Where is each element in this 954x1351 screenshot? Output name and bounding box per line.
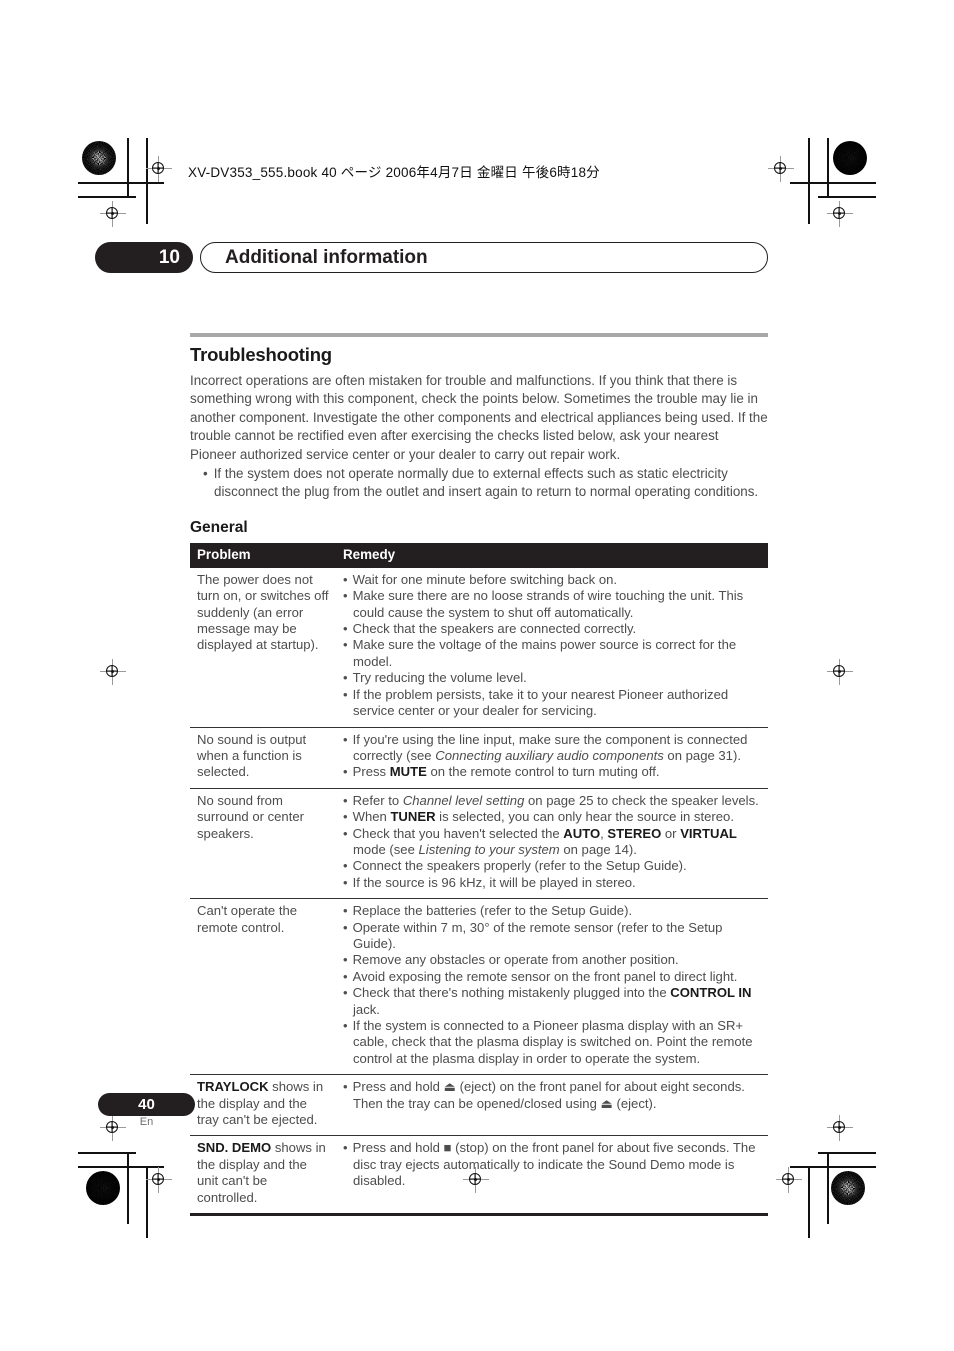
- table-cell-remedy: Press and hold ⏏ (eject) on the front pa…: [336, 1074, 768, 1136]
- registration-target-left-upper: [100, 201, 126, 227]
- table-cell-remedy: If you're using the line input, make sur…: [336, 726, 768, 789]
- remedy-item: Make sure there are no loose strands of …: [343, 588, 762, 621]
- table-cell-remedy: Press and hold ■ (stop) on the front pan…: [336, 1135, 768, 1217]
- remedy-item: If you're using the line input, make sur…: [343, 732, 762, 765]
- table-cell-problem: The power does not turn on, or switches …: [190, 568, 336, 727]
- crop-mark-top-left-h: [78, 182, 164, 184]
- registration-target-top-left: [146, 156, 172, 182]
- remedy-item: Press and hold ⏏ (eject) on the front pa…: [343, 1079, 762, 1112]
- registration-target-left-middle: [100, 659, 126, 685]
- problem-text: The power does not turn on, or switches …: [197, 571, 329, 653]
- remedy-item: Replace the batteries (refer to the Setu…: [343, 903, 762, 919]
- registration-rosette-top-left: [82, 141, 116, 175]
- remedy-item: If the source is 96 kHz, it will be play…: [343, 875, 762, 891]
- section-title: Troubleshooting: [190, 344, 332, 365]
- registration-target-right-lower: [827, 1115, 853, 1141]
- table-row: SND. DEMO shows in the display and the u…: [190, 1135, 768, 1217]
- crop-mark-bottom-right-v: [808, 1166, 810, 1238]
- remedy-list: Press and hold ■ (stop) on the front pan…: [343, 1140, 762, 1189]
- subsection-title-general: General: [190, 518, 248, 536]
- table-cell-problem: Can't operate the remote control.: [190, 898, 336, 1075]
- table-row: The power does not turn on, or switches …: [190, 568, 768, 727]
- section-rule: [190, 333, 768, 337]
- table-cell-problem: No sound from surround or center speaker…: [190, 787, 336, 899]
- remedy-item: Press and hold ■ (stop) on the front pan…: [343, 1140, 762, 1189]
- table-cell-problem: TRAYLOCK shows in the display and the tr…: [190, 1074, 336, 1136]
- crop-mark-bottom-right-v2: [827, 1152, 829, 1224]
- crop-mark-top-right-h: [790, 182, 876, 184]
- remedy-item: Make sure the voltage of the mains power…: [343, 637, 762, 670]
- section-intro-paragraph: Incorrect operations are often mistaken …: [190, 373, 768, 462]
- table-cell-remedy: Replace the batteries (refer to the Setu…: [336, 898, 768, 1075]
- remedy-item: Operate within 7 m, 30° of the remote se…: [343, 920, 762, 953]
- table-row: No sound is output when a function is se…: [190, 726, 768, 789]
- table-cell-problem: No sound is output when a function is se…: [190, 726, 336, 789]
- remedy-item: When TUNER is selected, you can only hea…: [343, 809, 762, 825]
- remedy-item: Press MUTE on the remote control to turn…: [343, 764, 762, 780]
- remedy-item: Try reducing the volume level.: [343, 670, 762, 686]
- table-cell-remedy: Refer to Channel level setting on page 2…: [336, 787, 768, 899]
- remedy-item: Connect the speakers properly (refer to …: [343, 858, 762, 874]
- remedy-item: Wait for one minute before switching bac…: [343, 572, 762, 588]
- remedy-list: Refer to Channel level setting on page 2…: [343, 793, 762, 891]
- registration-rosette-top-right: [833, 141, 867, 175]
- problem-text: No sound is output when a function is se…: [197, 731, 307, 780]
- registration-target-top-right: [768, 156, 794, 182]
- table-row: Can't operate the remote control. Replac…: [190, 898, 768, 1075]
- remedy-list: Wait for one minute before switching bac…: [343, 572, 762, 720]
- remedy-item: Refer to Channel level setting on page 2…: [343, 793, 762, 809]
- table-header-problem: Problem: [190, 542, 336, 568]
- remedy-item: Check that there's nothing mistakenly pl…: [343, 985, 762, 1018]
- remedy-item: Avoid exposing the remote sensor on the …: [343, 969, 762, 985]
- problem-text: SND. DEMO shows in the display and the u…: [197, 1140, 326, 1205]
- page-number-badge: 40: [98, 1093, 195, 1116]
- chapter-banner: 10 Additional information: [95, 242, 775, 273]
- chapter-title: Additional information: [200, 242, 768, 273]
- remedy-item: If the problem persists, take it to your…: [343, 687, 762, 720]
- problem-text: No sound from surround or center speaker…: [197, 792, 304, 841]
- remedy-item: Check that you haven't selected the AUTO…: [343, 826, 762, 859]
- table-cell-problem: SND. DEMO shows in the display and the u…: [190, 1135, 336, 1217]
- problem-text: Can't operate the remote control.: [197, 903, 298, 935]
- crop-mark-top-right-v2: [827, 138, 829, 196]
- remedy-list: Replace the batteries (refer to the Setu…: [343, 903, 762, 1067]
- problem-text: TRAYLOCK shows in the display and the tr…: [197, 1079, 324, 1128]
- remedy-item: Check that the speakers are connected co…: [343, 621, 762, 637]
- remedy-list: Press and hold ⏏ (eject) on the front pa…: [343, 1079, 762, 1112]
- remedy-list: If you're using the line input, make sur…: [343, 732, 762, 781]
- registration-target-bottom-right: [776, 1167, 802, 1193]
- table-header-remedy: Remedy: [336, 542, 768, 568]
- remedy-item: Remove any obstacles or operate from ano…: [343, 952, 762, 968]
- table-cell-remedy: Wait for one minute before switching bac…: [336, 568, 768, 727]
- troubleshooting-table: Problem Remedy The power does not turn o…: [190, 542, 768, 1217]
- crop-mark-bottom-left-v2: [127, 1152, 129, 1224]
- book-header-text: XV-DV353_555.book 40 ページ 2006年4月7日 金曜日 午…: [188, 165, 600, 180]
- registration-target-bottom-left: [146, 1167, 172, 1193]
- crop-mark-top-right-v: [808, 138, 810, 224]
- section-bullet-list: If the system does not operate normally …: [190, 465, 768, 502]
- crop-mark-top-left-v2: [127, 138, 129, 196]
- remedy-item: If the system is connected to a Pioneer …: [343, 1018, 762, 1067]
- registration-target-right-middle: [827, 659, 853, 685]
- table-row: TRAYLOCK shows in the display and the tr…: [190, 1074, 768, 1136]
- registration-rosette-bottom-left: [86, 1171, 120, 1205]
- table-row: No sound from surround or center speaker…: [190, 787, 768, 899]
- section-bullet-item: If the system does not operate normally …: [190, 465, 768, 502]
- table-header-row: Problem Remedy: [190, 542, 768, 568]
- crop-mark-top-left-h2: [78, 196, 136, 198]
- content-column: Troubleshooting Incorrect operations are…: [190, 333, 768, 1217]
- crop-mark-bottom-right-h: [790, 1166, 876, 1168]
- table-body: The power does not turn on, or switches …: [190, 568, 768, 1217]
- registration-target-right-upper: [827, 201, 853, 227]
- registration-rosette-bottom-right: [831, 1171, 865, 1205]
- chapter-number-badge: 10: [95, 242, 193, 273]
- crop-mark-top-right-h2: [818, 196, 876, 198]
- page-language-code: En: [139, 1116, 154, 1128]
